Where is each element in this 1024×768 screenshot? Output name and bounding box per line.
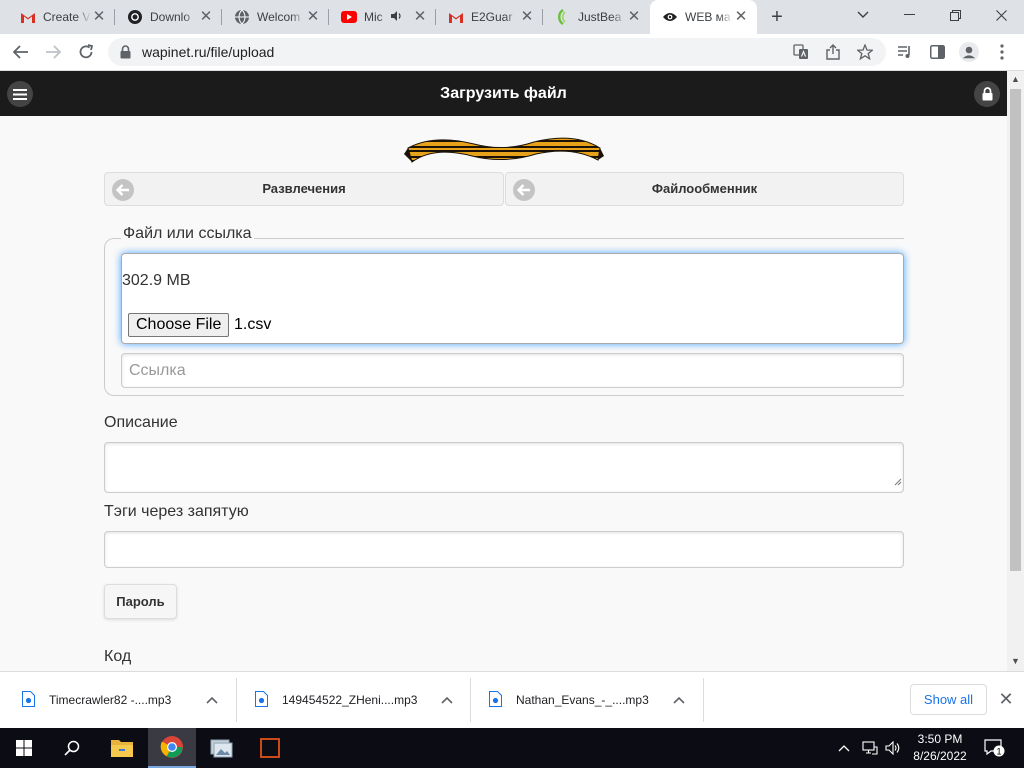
back-icon[interactable] (7, 39, 35, 65)
openai-icon (127, 9, 143, 25)
selected-file-name: 1.csv (234, 316, 272, 333)
tab-search-icon[interactable] (840, 0, 886, 30)
arrow-left-icon (112, 179, 134, 201)
arrow-left-icon (513, 179, 535, 201)
download-item-1[interactable]: Timecrawler82 -....mp3 (0, 672, 237, 728)
system-clock[interactable]: 3:50 PM 8/26/2022 (906, 731, 974, 765)
windows-start-icon[interactable] (0, 728, 48, 768)
audio-file-icon (255, 690, 268, 710)
close-tab-icon[interactable]: ✕ (91, 9, 107, 25)
close-window-icon[interactable] (978, 0, 1024, 30)
gmail-icon (20, 9, 36, 25)
notification-count: 1 (996, 747, 1001, 757)
tab-4[interactable]: Mic ✕ (329, 0, 436, 34)
chevron-up-icon[interactable] (206, 693, 218, 707)
gmail-icon (448, 9, 464, 25)
description-textarea[interactable] (104, 442, 904, 493)
file-input-box[interactable]: 302.9 MB Choose File 1.csv (121, 253, 904, 344)
tags-input[interactable] (104, 531, 904, 568)
eye-icon (662, 9, 678, 25)
close-tab-icon[interactable]: ✕ (626, 9, 642, 25)
new-tab-button[interactable]: + (765, 6, 789, 28)
chevron-up-icon[interactable] (441, 693, 453, 707)
password-button[interactable]: Пароль (104, 584, 177, 619)
translate-icon[interactable] (792, 43, 810, 61)
network-icon[interactable] (862, 728, 878, 768)
tags-label: Тэги через запятую (104, 503, 249, 520)
nav-right-label: Файлообменник (651, 181, 758, 196)
forward-icon[interactable] (39, 39, 67, 65)
globe-icon (234, 9, 250, 25)
tab-1[interactable]: Create V ✕ (8, 0, 115, 34)
lock-icon[interactable] (120, 45, 131, 64)
volume-icon[interactable] (885, 728, 901, 768)
tab-6[interactable]: JustBea ✕ (543, 0, 650, 34)
tray-chevron-up-icon[interactable] (838, 728, 850, 768)
login-lock-icon[interactable] (974, 81, 1000, 107)
file-size-text: 302.9 MB (122, 272, 191, 289)
reload-icon[interactable] (72, 39, 100, 65)
profile-avatar-icon[interactable] (955, 39, 983, 65)
address-bar[interactable]: wapinet.ru/file/upload (108, 38, 886, 66)
close-tab-icon[interactable]: ✕ (305, 9, 321, 25)
link-placeholder: Ссылка (129, 362, 186, 379)
speaker-icon[interactable] (390, 10, 402, 25)
restore-icon[interactable] (932, 0, 978, 30)
file-or-link-legend: Файл или ссылка (121, 225, 254, 243)
url-text[interactable]: wapinet.ru/file/upload (142, 38, 274, 66)
site-header: Загрузить файл (0, 71, 1007, 116)
code-label: Код (104, 648, 132, 665)
tab-strip: Create V ✕ Downlo ✕ Welcom ✕ Mic ✕ E2Gua… (0, 0, 1024, 34)
close-tab-icon[interactable]: ✕ (412, 9, 428, 25)
download-item-2[interactable]: 149454522_ZHeni....mp3 (237, 672, 471, 728)
tab-3[interactable]: Welcom ✕ (222, 0, 329, 34)
tab-7-active[interactable]: WEB ма ✕ (650, 0, 757, 34)
file-explorer-icon[interactable] (98, 728, 146, 768)
youtube-icon (341, 9, 357, 25)
share-icon[interactable] (824, 43, 842, 61)
search-icon[interactable] (48, 728, 96, 768)
page-scrollbar[interactable]: ▲ ▼ (1007, 71, 1024, 671)
nav-left-label: Развлечения (262, 181, 346, 196)
nav-back-entertainment-button[interactable]: Развлечения (104, 172, 504, 206)
clock-date: 8/26/2022 (913, 749, 967, 763)
justbeamit-icon (555, 9, 571, 25)
media-control-icon[interactable] (891, 39, 919, 65)
st-george-ribbon-logo (404, 134, 604, 175)
app-square-icon[interactable] (246, 728, 294, 768)
audio-file-icon (489, 690, 502, 710)
pictures-app-icon[interactable] (197, 728, 245, 768)
download-shelf: Timecrawler82 -....mp3 149454522_ZHeni..… (0, 671, 1024, 728)
close-tab-icon[interactable]: ✕ (519, 9, 535, 25)
close-tab-icon[interactable]: ✕ (198, 9, 214, 25)
scroll-up-icon[interactable]: ▲ (1011, 74, 1020, 84)
chrome-taskbar-icon[interactable] (148, 728, 196, 768)
audio-file-icon (22, 690, 35, 710)
browser-toolbar: wapinet.ru/file/upload (0, 34, 1024, 71)
chevron-up-icon[interactable] (673, 693, 685, 707)
scroll-down-icon[interactable]: ▼ (1011, 656, 1020, 666)
scrollbar-thumb[interactable] (1010, 89, 1021, 571)
bookmark-star-icon[interactable] (856, 43, 874, 61)
tab-5[interactable]: E2Guar ✕ (436, 0, 543, 34)
nav-back-fileshare-button[interactable]: Файлообменник (505, 172, 904, 206)
tab-2[interactable]: Downlo ✕ (115, 0, 222, 34)
close-tab-icon[interactable]: ✕ (733, 9, 749, 25)
kebab-menu-icon[interactable] (988, 39, 1016, 65)
windows-taskbar: 3:50 PM 8/26/2022 1 (0, 728, 1024, 768)
close-shelf-icon[interactable]: ✕ (997, 690, 1015, 708)
clock-time: 3:50 PM (917, 732, 963, 746)
link-input[interactable]: Ссылка (121, 353, 904, 388)
page-title: Загрузить файл (440, 85, 567, 102)
show-all-downloads-button[interactable]: Show all (910, 684, 987, 715)
download-item-3[interactable]: Nathan_Evans_-_....mp3 (471, 672, 704, 728)
side-panel-icon[interactable] (923, 39, 951, 65)
resize-grip-icon[interactable] (893, 473, 902, 491)
choose-file-button[interactable]: Choose File (128, 313, 230, 337)
notification-center-icon[interactable]: 1 (984, 728, 1006, 768)
description-label: Описание (104, 414, 178, 431)
minimize-icon[interactable] (886, 0, 932, 30)
